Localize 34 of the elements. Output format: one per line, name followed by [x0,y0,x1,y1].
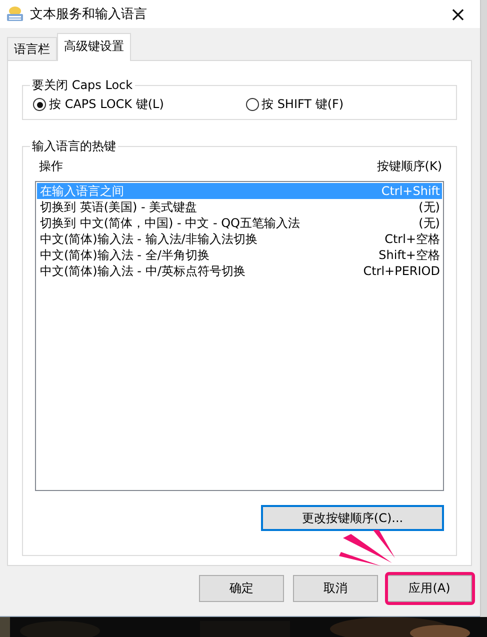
group-title: 要关闭 Caps Lock [30,77,135,94]
close-button[interactable]: × [436,0,480,28]
action-text: 中文(简体)输入法 - 中/英标点符号切换 [40,263,246,279]
action-text: 在输入语言之间 [40,183,124,199]
key-sequence: (无) [418,215,440,231]
action-text: 中文(简体)输入法 - 输入法/非输入法切换 [40,231,258,247]
radio-button[interactable] [33,98,46,111]
change-key-sequence-button[interactable]: 更改按键顺序(C)... [261,505,444,531]
dialog-button[interactable]: 取消 [293,575,378,602]
radio-label[interactable]: 按 SHIFT 键(F) [262,96,344,113]
dialog-button[interactable]: 应用(A) [387,575,472,602]
list-row[interactable]: 中文(简体)输入法 - 输入法/非输入法切换 Ctrl+空格 [37,231,442,247]
key-sequence: Ctrl+空格 [384,231,440,247]
key-sequence: (无) [418,199,440,215]
radio-label[interactable]: 按 CAPS LOCK 键(L) [49,96,164,113]
keyboard-icon [6,6,24,22]
action-text: 切换到 英语(美国) - 美式键盘 [40,199,198,215]
key-sequence: Ctrl+Shift [381,183,440,199]
list-row[interactable]: 中文(简体)输入法 - 全/半角切换 Shift+空格 [37,247,442,263]
dialog-button[interactable]: 确定 [199,575,284,602]
tab[interactable]: 语言栏 [7,37,57,60]
column-header: 按键顺序(K) [376,158,442,175]
column-header: 操作 [39,158,63,175]
action-text: 切换到 中文(简体，中国) - 中文 - QQ五笔输入法 [40,215,300,231]
window-title: 文本服务和输入语言 [30,6,148,23]
key-sequence: Ctrl+PERIOD [363,263,440,279]
action-text: 中文(简体)输入法 - 全/半角切换 [40,247,210,263]
group-title: 输入语言的热键 [30,138,118,155]
tab[interactable]: 高级键设置 [57,33,131,61]
list-row[interactable]: 切换到 英语(美国) - 美式键盘 (无) [37,199,442,215]
key-sequence: Shift+空格 [378,247,440,263]
radio-button[interactable] [246,98,258,111]
list-row[interactable]: 中文(简体)输入法 - 中/英标点符号切换 Ctrl+PERIOD [37,263,442,279]
list-row[interactable]: 切换到 中文(简体，中国) - 中文 - QQ五笔输入法 (无) [37,215,442,231]
